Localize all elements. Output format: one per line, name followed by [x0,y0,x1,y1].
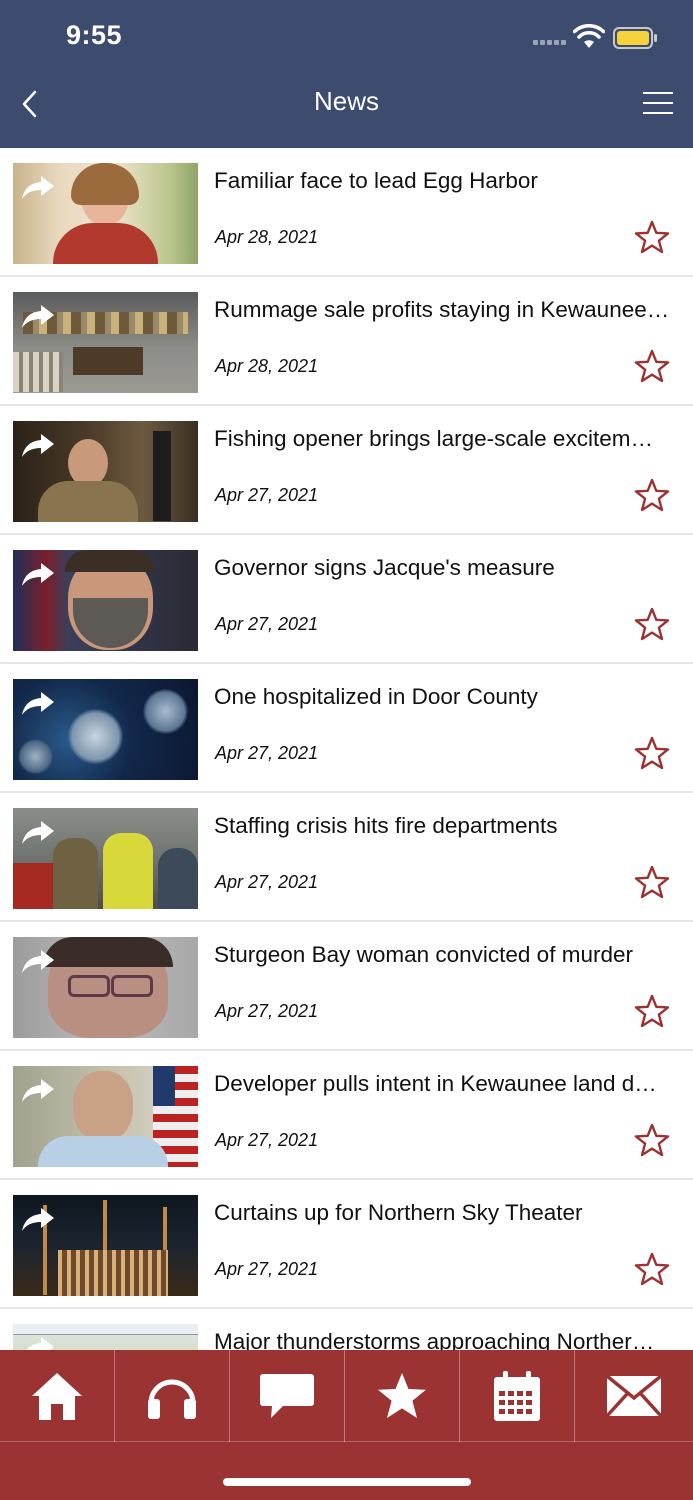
favorite-star-icon[interactable] [634,220,670,254]
news-title[interactable]: Familiar face to lead Egg Harbor [214,168,676,194]
news-date: Apr 27, 2021 [215,872,319,892]
wifi-icon [573,24,605,48]
favorite-star-icon[interactable] [634,994,670,1028]
news-list[interactable]: Familiar face to lead Egg Harbor Apr 28,… [0,148,693,1350]
news-title[interactable]: Curtains up for Northern Sky Theater [214,1200,676,1226]
news-title[interactable]: Sturgeon Bay woman convicted of murder [214,942,676,968]
home-indicator[interactable] [223,1478,471,1486]
news-thumbnail [13,163,198,264]
share-arrow-icon[interactable] [21,560,55,588]
hamburger-menu-icon[interactable] [643,92,673,116]
news-thumbnail [13,292,198,393]
news-thumbnail [13,1066,198,1167]
news-item[interactable]: Staffing crisis hits fire departments Ap… [0,793,693,922]
news-item[interactable]: One hospitalized in Door County Apr 27, … [0,664,693,793]
tab-listen[interactable] [115,1350,230,1442]
status-time: 9:55 [66,20,123,50]
tab-favorites[interactable] [345,1350,460,1442]
header-bar: 9:55 News [0,0,693,148]
tab-messages[interactable] [230,1350,345,1442]
news-title[interactable]: Governor signs Jacque's measure [214,555,676,581]
news-item[interactable]: Familiar face to lead Egg Harbor Apr 28,… [0,148,693,277]
news-date: Apr 27, 2021 [215,1130,319,1150]
news-date: Apr 28, 2021 [215,227,319,247]
news-title[interactable]: One hospitalized in Door County [214,684,676,710]
home-icon [32,1373,82,1420]
news-thumbnail [13,1195,198,1296]
news-thumbnail [13,421,198,522]
star-icon [378,1373,426,1418]
share-arrow-icon[interactable] [21,689,55,717]
mail-icon [606,1374,662,1418]
tab-calendar[interactable] [460,1350,575,1442]
share-arrow-icon[interactable] [21,302,55,330]
cellular-signal-icon [533,40,567,46]
share-arrow-icon[interactable] [21,1076,55,1104]
news-item[interactable]: Rummage sale profits staying in Kewaunee… [0,277,693,406]
news-item[interactable]: Sturgeon Bay woman convicted of murder A… [0,922,693,1051]
share-arrow-icon[interactable] [21,1205,55,1233]
tab-home[interactable] [0,1350,115,1442]
news-title[interactable]: Rummage sale profits staying in Kewaunee… [214,297,676,323]
news-thumbnail [13,550,198,651]
news-date: Apr 27, 2021 [215,1259,319,1279]
favorite-star-icon[interactable] [634,1123,670,1157]
favorite-star-icon[interactable] [634,736,670,770]
news-thumbnail [13,937,198,1038]
tab-contact[interactable] [575,1350,693,1442]
news-title[interactable]: Major thunderstorms approaching Norther… [214,1329,676,1350]
headphones-icon [148,1379,196,1419]
news-title[interactable]: Developer pulls intent in Kewaunee land … [214,1071,676,1097]
share-arrow-icon[interactable] [21,947,55,975]
share-arrow-icon[interactable] [21,173,55,201]
news-item[interactable]: Governor signs Jacque's measure Apr 27, … [0,535,693,664]
chat-icon [260,1374,314,1418]
news-item[interactable]: Fishing opener brings large-scale excite… [0,406,693,535]
news-thumbnail [13,679,198,780]
news-item[interactable]: Curtains up for Northern Sky Theater Apr… [0,1180,693,1309]
news-title[interactable]: Staffing crisis hits fire departments [214,813,676,839]
favorite-star-icon[interactable] [634,349,670,383]
share-arrow-icon[interactable] [21,818,55,846]
tab-bar-divider [0,1441,693,1442]
news-item[interactable]: Developer pulls intent in Kewaunee land … [0,1051,693,1180]
page-title: News [313,86,379,116]
news-date: Apr 27, 2021 [215,485,319,505]
news-thumbnail [13,808,198,909]
battery-icon [613,27,657,49]
news-date: Apr 27, 2021 [215,1001,319,1021]
share-arrow-icon[interactable] [21,1334,55,1350]
news-date: Apr 27, 2021 [215,743,319,763]
share-arrow-icon[interactable] [21,431,55,459]
favorite-star-icon[interactable] [634,478,670,512]
news-date: Apr 28, 2021 [215,356,319,376]
news-title[interactable]: Fishing opener brings large-scale excite… [214,426,676,452]
news-item[interactable]: Major thunderstorms approaching Norther… [0,1309,693,1350]
calendar-icon [494,1371,540,1421]
favorite-star-icon[interactable] [634,607,670,641]
favorite-star-icon[interactable] [634,1252,670,1286]
news-date: Apr 27, 2021 [215,614,319,634]
news-thumbnail [13,1324,198,1350]
favorite-star-icon[interactable] [634,865,670,899]
